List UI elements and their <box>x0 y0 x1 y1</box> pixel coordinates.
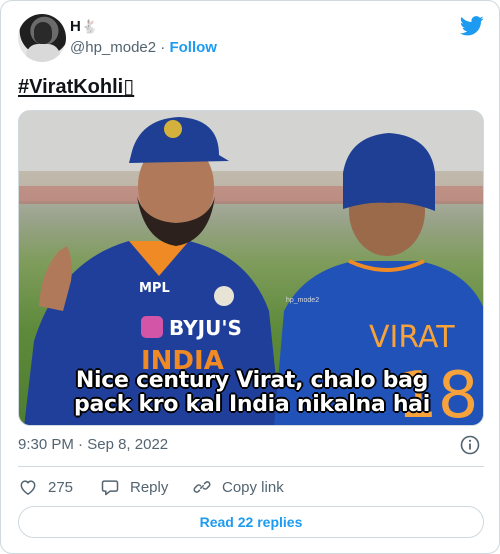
rabbit-emoji-icon: 🐇 <box>81 19 99 34</box>
jersey-byjus: BYJU'S <box>169 316 242 340</box>
timestamp-dot: · <box>78 436 84 453</box>
photo-watermark: hp_mode2 <box>286 297 320 304</box>
link-icon <box>193 481 211 493</box>
missing-glyph: ▯ <box>123 76 135 98</box>
hashtag-text[interactable]: #ViratKohli <box>18 76 123 98</box>
author-display-name[interactable]: H <box>70 18 81 35</box>
read-replies-button[interactable]: Read 22 replies <box>18 506 484 538</box>
divider <box>18 466 484 467</box>
follow-button[interactable]: Follow <box>169 39 217 56</box>
twitter-bird-icon[interactable] <box>460 16 484 36</box>
heart-icon <box>20 480 36 495</box>
tweet-actions: 275 Reply Copy link <box>18 476 284 498</box>
reply-button[interactable]: Reply <box>100 477 192 497</box>
like-count: 275 <box>48 478 74 496</box>
tweet-date[interactable]: Sep 8, 2022 <box>87 436 168 453</box>
copy-link-button[interactable]: Copy link <box>192 477 284 497</box>
tweet-time[interactable]: 9:30 PM <box>18 436 74 453</box>
tweet-card: H🐇 @hp_mode2 · Follow #ViratKohli▯ MPL B… <box>0 0 500 554</box>
separator-dot: · <box>160 39 166 56</box>
reply-label: Reply <box>130 478 169 496</box>
jersey-virat: VIRAT <box>369 320 455 355</box>
like-button[interactable]: 275 <box>18 477 100 497</box>
tweet-header: H🐇 @hp_mode2 · Follow <box>18 14 484 62</box>
handle-row: @hp_mode2 · Follow <box>70 39 217 56</box>
tweet-hashtag[interactable]: #ViratKohli▯ <box>18 74 134 99</box>
avatar[interactable] <box>18 14 66 62</box>
speech-bubble-icon <box>101 480 119 496</box>
author-handle[interactable]: @hp_mode2 <box>70 39 156 56</box>
info-icon[interactable] <box>460 435 480 455</box>
tweet-photo[interactable]: MPL BYJU'S INDIA VIRAT 18 hp_mode2 Nice … <box>18 110 484 426</box>
tweet-timestamp[interactable]: 9:30 PM · Sep 8, 2022 <box>18 436 168 453</box>
author-name[interactable]: H🐇 <box>70 18 98 35</box>
jersey-mpl: MPL <box>139 281 170 296</box>
meme-caption-line2: pack kro kal India nikalna hai <box>74 392 430 417</box>
meme-caption-line1: Nice century Virat, chalo bag <box>75 368 429 393</box>
copy-link-label: Copy link <box>222 478 284 496</box>
